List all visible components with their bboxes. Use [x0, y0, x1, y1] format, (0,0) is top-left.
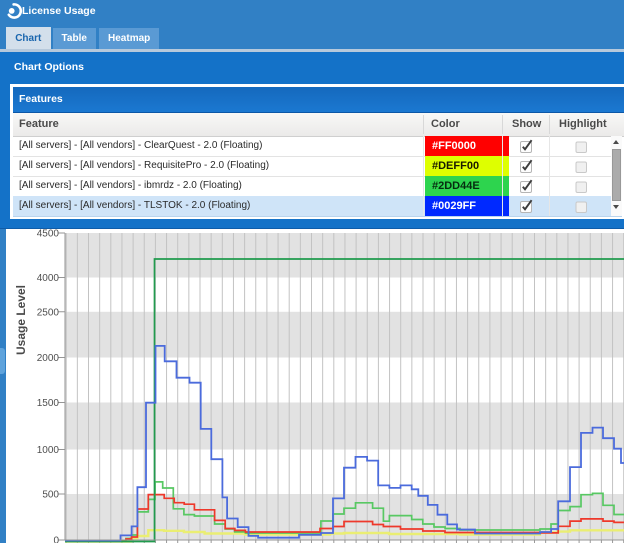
svg-text:4500: 4500 — [37, 229, 60, 240]
svg-text:1000: 1000 — [37, 445, 60, 456]
svg-text:2000: 2000 — [37, 353, 60, 364]
svg-text:Usage Level: Usage Level — [14, 285, 28, 355]
svg-text:500: 500 — [42, 490, 59, 501]
svg-text:2500: 2500 — [37, 307, 60, 318]
svg-text:4000: 4000 — [37, 273, 60, 284]
svg-text:1500: 1500 — [37, 398, 60, 409]
svg-text:0: 0 — [53, 536, 59, 543]
